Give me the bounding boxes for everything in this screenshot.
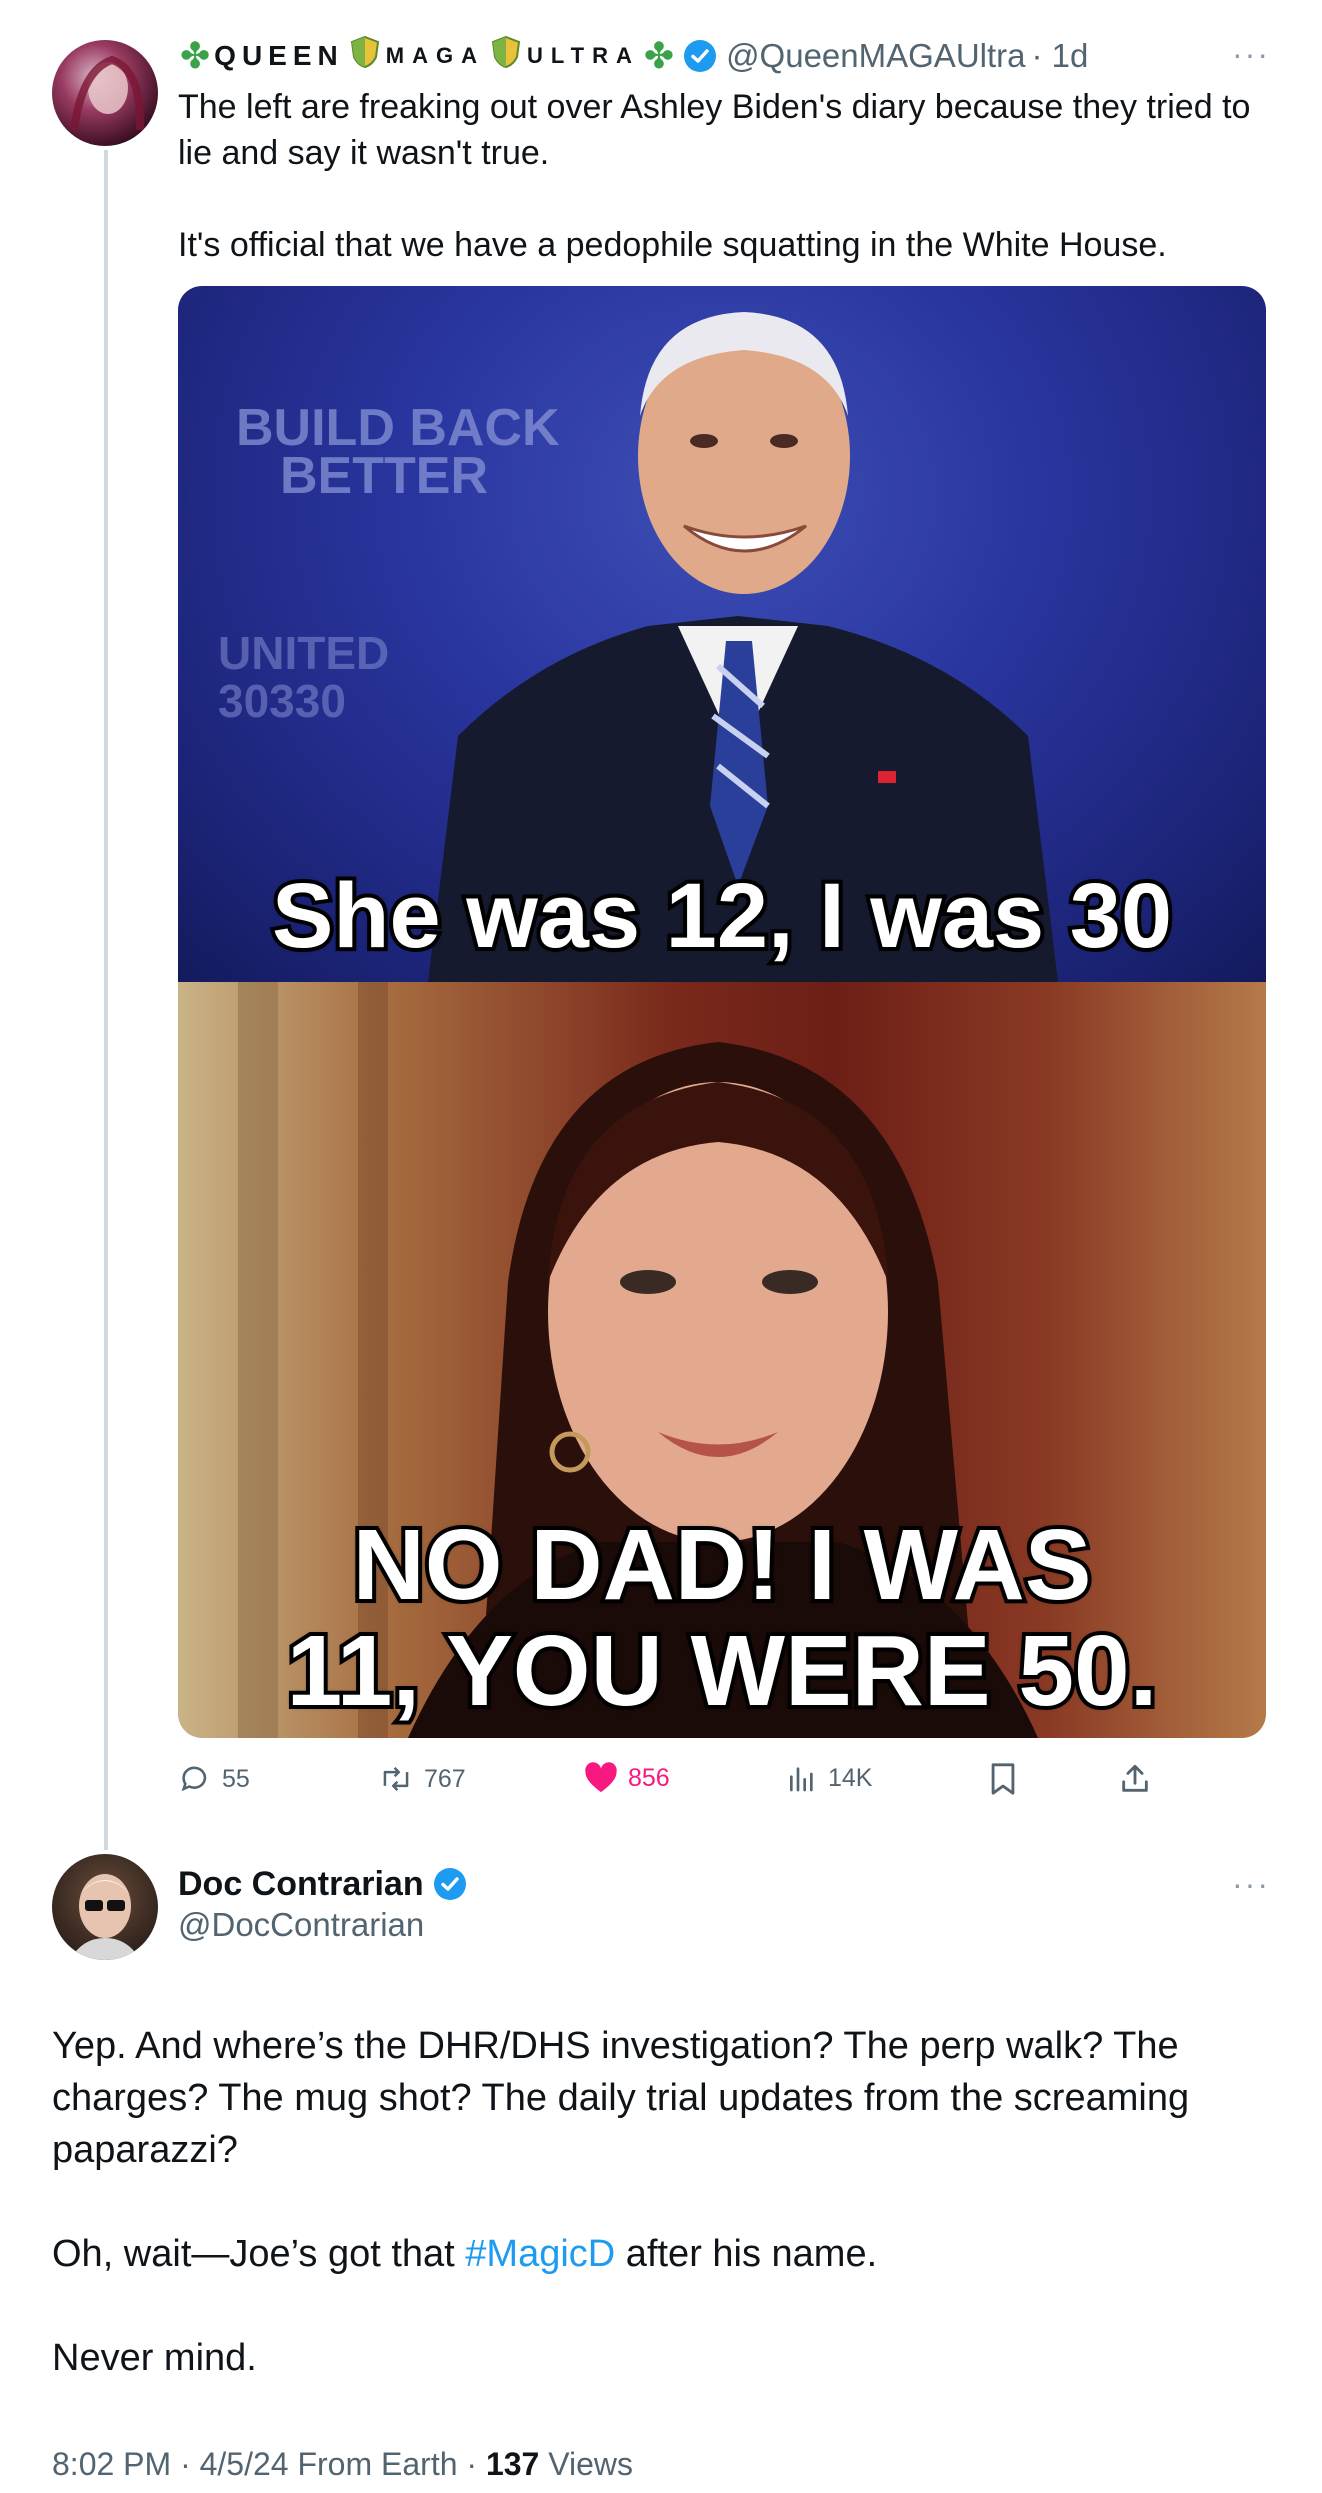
- tweet-media-image[interactable]: BUILD BACK BETTER UNITED 30330 She was 1…: [178, 286, 1266, 1738]
- retweet-icon: [383, 1767, 409, 1791]
- meme-caption-top: She was 12, I was 30: [268, 862, 1176, 970]
- main-tweet-text: Yep. And where’s the DHR/DHS investigati…: [52, 2020, 1292, 2384]
- retweet-count: 767: [424, 1764, 466, 1793]
- tweet-text: The left are freaking out over Ashley Bi…: [178, 84, 1288, 268]
- like-count: 856: [628, 1763, 670, 1792]
- tweet-metadata: 8:02 PM · 4/5/24 From Earth · 137 Views: [52, 2446, 633, 2483]
- like-button[interactable]: 856: [584, 1762, 670, 1794]
- user-handle[interactable]: @QueenMAGAUltra: [726, 37, 1025, 75]
- tweet-header: Doc Contrarian: [178, 1862, 466, 1906]
- display-name-part[interactable]: QUEEN: [214, 40, 344, 72]
- views-label: Views: [539, 2446, 633, 2482]
- meme-caption-line: NO DAD! I WAS: [349, 1508, 1096, 1622]
- views-chart-icon: [790, 1767, 813, 1792]
- user-handle[interactable]: @DocContrarian: [178, 1906, 424, 1944]
- timestamp-link[interactable]: 8:02 PM · 4/5/24 From Earth ·: [52, 2446, 486, 2482]
- share-button[interactable]: [1118, 1762, 1152, 1796]
- tweet-time[interactable]: · 1d: [1032, 37, 1089, 75]
- heart-icon: [585, 1762, 617, 1793]
- hashtag-link[interactable]: #MagicD: [465, 2233, 615, 2275]
- reply-icon: [181, 1766, 207, 1792]
- tweet-text-line: paparazzi?: [52, 2129, 238, 2171]
- tweet-text-line: Yep. And where’s the DHR/DHS investigati…: [52, 2025, 1179, 2067]
- more-options-icon[interactable]: ···: [1232, 1866, 1270, 1903]
- tweet-text-line: It's official that we have a pedophile s…: [178, 226, 1167, 264]
- reply-button[interactable]: 55: [178, 1762, 250, 1796]
- views-count: 14K: [828, 1763, 873, 1792]
- shield-icon: [491, 35, 521, 77]
- tweet-text-line: charges? The mug shot? The daily trial u…: [52, 2077, 1190, 2119]
- meme-caption-bottom: NO DAD! I WAS 11, YOU WERE 50.: [178, 1508, 1266, 1728]
- avatar-portrait: [70, 1874, 140, 1960]
- more-options-icon[interactable]: ···: [1232, 36, 1270, 73]
- tweet-text-line: lie and say it wasn't true.: [178, 134, 550, 172]
- tweet-header: ✤ QUEEN MAGA ULTRA ✤ @QueenMAGAUltra · 1…: [180, 32, 1088, 80]
- clover-icon: ✤: [643, 35, 675, 76]
- display-name-part[interactable]: ULTRA: [527, 43, 640, 69]
- views-count: 137: [485, 2446, 540, 2482]
- tweet-text-line: The left are freaking out over Ashley Bi…: [178, 88, 1251, 126]
- tweet-text-line: Oh, wait—Joe’s got that #MagicD after hi…: [52, 2228, 1292, 2280]
- verified-badge-icon: [433, 1868, 466, 1900]
- retweet-button[interactable]: 767: [378, 1762, 466, 1796]
- share-icon: [1122, 1764, 1148, 1792]
- thread-connector-line: [104, 150, 108, 1850]
- display-name-part[interactable]: MAGA: [386, 43, 485, 69]
- bookmark-icon: [991, 1763, 1015, 1795]
- avatar[interactable]: [52, 1854, 158, 1960]
- bookmark-button[interactable]: [988, 1762, 1018, 1796]
- meme-bottom-panel: NO DAD! I WAS 11, YOU WERE 50.: [178, 982, 1266, 1738]
- meme-top-panel: BUILD BACK BETTER UNITED 30330 She was 1…: [178, 286, 1266, 982]
- avatar[interactable]: [52, 40, 158, 146]
- clover-icon: ✤: [180, 35, 211, 76]
- text-segment: after his name.: [615, 2233, 878, 2275]
- verified-badge-icon: [684, 40, 717, 72]
- tweet-text-line: Never mind.: [52, 2337, 257, 2379]
- avatar-portrait: [70, 55, 145, 131]
- shield-icon: [350, 35, 380, 77]
- display-name[interactable]: Doc Contrarian: [178, 1865, 424, 1904]
- text-segment: Oh, wait—Joe’s got that: [52, 2233, 466, 2275]
- reply-count: 55: [222, 1764, 250, 1793]
- meme-caption-line: 11, YOU WERE 50.: [283, 1614, 1162, 1728]
- views-button[interactable]: 14K: [786, 1762, 872, 1794]
